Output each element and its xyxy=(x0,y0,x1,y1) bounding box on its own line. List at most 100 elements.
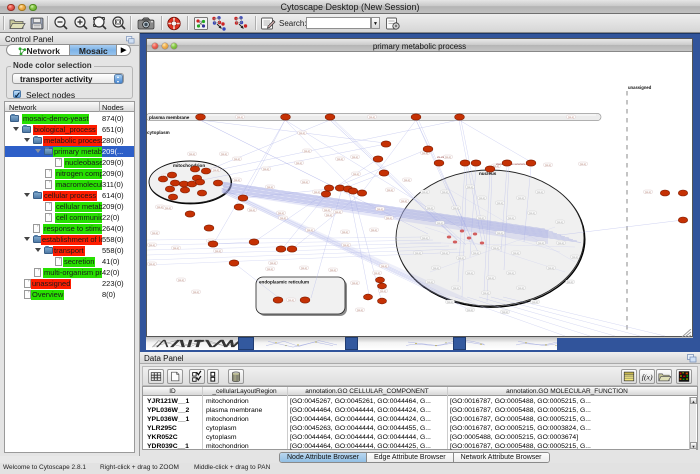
svg-text:(xx-x): (xx-x) xyxy=(377,209,383,211)
svg-text:(xx-x): (xx-x) xyxy=(314,192,320,194)
svg-text:(xx-x): (xx-x) xyxy=(478,218,484,220)
svg-text:(xx-x): (xx-x) xyxy=(513,253,519,255)
svg-text:(xx-x): (xx-x) xyxy=(178,280,184,282)
svg-text:(xx-x): (xx-x) xyxy=(493,248,499,250)
svg-text:(xx-x): (xx-x) xyxy=(467,310,473,312)
svg-text:(xx-x): (xx-x) xyxy=(580,164,586,166)
svg-text:(xx-x): (xx-x) xyxy=(483,293,489,295)
svg-text:(xx-x): (xx-x) xyxy=(567,282,573,284)
svg-text:(xx-x): (xx-x) xyxy=(149,245,155,247)
svg-text:(xx-x): (xx-x) xyxy=(152,233,158,235)
svg-text:(xx-x): (xx-x) xyxy=(645,192,651,194)
svg-text:(xx-x): (xx-x) xyxy=(263,169,269,171)
svg-text:(xx-x): (xx-x) xyxy=(189,154,195,156)
svg-text:(xx-x): (xx-x) xyxy=(508,273,514,275)
svg-text:(xx-x): (xx-x) xyxy=(447,302,453,304)
svg-text:(xx-x): (xx-x) xyxy=(267,269,273,271)
svg-text:(xx-x): (xx-x) xyxy=(353,174,359,176)
svg-text:(xx-x): (xx-x) xyxy=(330,270,336,272)
svg-text:(xx-x): (xx-x) xyxy=(422,192,428,194)
svg-text:endoplasmic reticulum: endoplasmic reticulum xyxy=(259,280,309,285)
svg-text:(xx-x): (xx-x) xyxy=(213,170,219,172)
svg-text:(xx-x): (xx-x) xyxy=(437,223,443,225)
svg-text:(xx-x): (xx-x) xyxy=(557,222,563,224)
svg-text:(xx-x): (xx-x) xyxy=(304,151,310,153)
svg-text:(xx-x): (xx-x) xyxy=(307,230,313,232)
svg-text:(xx-x): (xx-x) xyxy=(518,198,524,200)
svg-text:(xx-x): (xx-x) xyxy=(215,251,221,253)
svg-text:(xx-x): (xx-x) xyxy=(270,263,276,265)
svg-text:(xx-x): (xx-x) xyxy=(508,218,514,220)
svg-text:mitochondrion: mitochondrion xyxy=(173,163,205,168)
svg-text:(xx-x): (xx-x) xyxy=(299,133,305,135)
svg-text:(xx-x): (xx-x) xyxy=(445,157,451,159)
svg-text:(xx-x): (xx-x) xyxy=(157,207,163,209)
svg-text:(xx-x): (xx-x) xyxy=(374,273,380,275)
svg-text:(xx-x): (xx-x) xyxy=(296,163,302,165)
svg-text:(xx-x): (xx-x) xyxy=(488,278,494,280)
svg-text:(xx-x): (xx-x) xyxy=(352,157,358,159)
svg-text:(xx-x): (xx-x) xyxy=(548,268,554,270)
svg-text:(xx-x): (xx-x) xyxy=(473,253,479,255)
svg-text:(xx-x): (xx-x) xyxy=(278,213,284,215)
svg-text:unassigned: unassigned xyxy=(628,85,652,90)
svg-text:(xx-x): (xx-x) xyxy=(427,208,433,210)
svg-text:plasma membrane: plasma membrane xyxy=(149,115,190,120)
svg-text:(xx-x): (xx-x) xyxy=(518,288,524,290)
svg-text:(xx-x): (xx-x) xyxy=(343,245,349,247)
svg-text:(xx-x): (xx-x) xyxy=(453,288,459,290)
svg-text:(xx-x): (xx-x) xyxy=(497,203,503,205)
svg-text:(xx-x): (xx-x) xyxy=(529,213,535,215)
svg-text:xxxxx-xxxxxx-xxxxxxx-xxx: xxxxx-xxxxxx-xxxxxxx-xxx xyxy=(496,162,531,166)
svg-text:(xx-x): (xx-x) xyxy=(453,208,459,210)
svg-text:(xx-x): (xx-x) xyxy=(337,159,343,161)
svg-text:(xx-x): (xx-x) xyxy=(371,230,377,232)
svg-text:(xx-x): (xx-x) xyxy=(267,187,273,189)
svg-text:(xx-x): (xx-x) xyxy=(467,273,473,275)
svg-text:xx-xx: xx-xx xyxy=(437,155,444,159)
svg-text:(xx-x): (xx-x) xyxy=(280,218,286,220)
svg-text:(xx-x): (xx-x) xyxy=(386,218,392,220)
svg-text:(xx-x): (xx-x) xyxy=(442,253,448,255)
svg-text:cytoplasm: cytoplasm xyxy=(147,130,170,135)
svg-text:(xx-x): (xx-x) xyxy=(422,238,428,240)
svg-text:(xx-x): (xx-x) xyxy=(404,180,410,182)
svg-text:(xx-x): (xx-x) xyxy=(458,258,464,260)
svg-text:(xx-x): (xx-x) xyxy=(357,310,363,312)
svg-text:(xx-x): (xx-x) xyxy=(335,212,341,214)
svg-text:(xx-x): (xx-x) xyxy=(532,302,538,304)
svg-text:(xx-x): (xx-x) xyxy=(433,268,439,270)
svg-text:(xx-x): (xx-x) xyxy=(326,215,332,217)
svg-text:(xx-x): (xx-x) xyxy=(545,165,551,167)
svg-text:(xx-x): (xx-x) xyxy=(502,312,508,314)
svg-text:(xx-x): (xx-x) xyxy=(442,192,448,194)
svg-text:(xx-x): (xx-x) xyxy=(479,198,485,200)
svg-text:(xx-x): (xx-x) xyxy=(173,248,179,250)
svg-text:(xx-x): (xx-x) xyxy=(352,283,358,285)
svg-text:(xx-x): (xx-x) xyxy=(422,153,428,155)
svg-text:(xx-x): (xx-x) xyxy=(149,264,155,266)
svg-text:(xx-x): (xx-x) xyxy=(221,154,227,156)
svg-text:(xx-x): (xx-x) xyxy=(558,243,564,245)
svg-text:(xx-x): (xx-x) xyxy=(301,268,307,270)
svg-text:(xx-x): (xx-x) xyxy=(497,233,503,235)
svg-text:(xx-x): (xx-x) xyxy=(234,180,240,182)
svg-text:(xx-x): (xx-x) xyxy=(537,192,543,194)
svg-text:(xx-x): (xx-x) xyxy=(193,292,199,294)
svg-text:(xx-x): (xx-x) xyxy=(387,190,393,192)
svg-text:(xx-x): (xx-x) xyxy=(380,291,386,293)
svg-text:(xx-x): (xx-x) xyxy=(572,257,578,259)
svg-text:(xx-x): (xx-x) xyxy=(538,243,544,245)
svg-text:(xx-x): (xx-x) xyxy=(237,117,243,119)
svg-text:(xx-x): (xx-x) xyxy=(401,201,407,203)
svg-text:(xx-x): (xx-x) xyxy=(302,182,308,184)
svg-text:(xx-x): (xx-x) xyxy=(568,117,574,119)
svg-text:(xx-x): (xx-x) xyxy=(288,300,294,302)
svg-text:(xx-x): (xx-x) xyxy=(467,187,473,189)
svg-text:(xx-x): (xx-x) xyxy=(342,232,348,234)
svg-text:(xx-x): (xx-x) xyxy=(415,253,421,255)
svg-text:f(x): f(x) xyxy=(642,373,653,382)
svg-text:(xx-x): (xx-x) xyxy=(165,208,171,210)
svg-text:(xx-x): (xx-x) xyxy=(324,210,330,212)
svg-text:(xx-x): (xx-x) xyxy=(427,282,433,284)
